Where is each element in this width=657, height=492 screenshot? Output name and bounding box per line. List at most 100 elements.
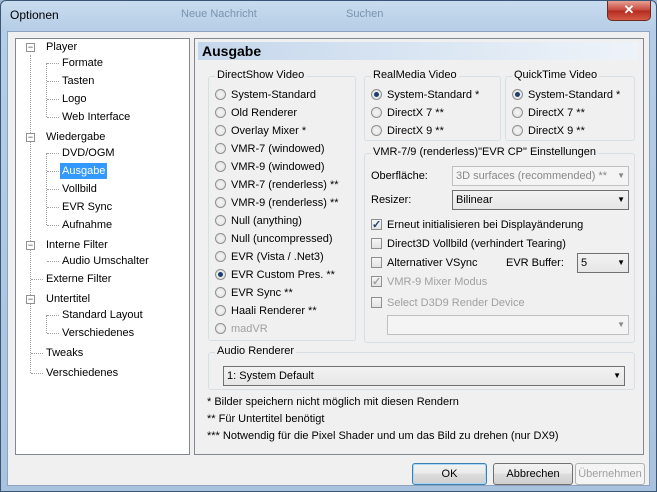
radio-evr-sync[interactable]: EVR Sync **	[215, 285, 293, 301]
page-title: Ausgabe	[198, 42, 638, 60]
radio-madvr[interactable]: madVR	[215, 321, 268, 337]
radio-vmr7-windowed[interactable]: VMR-7 (windowed)	[215, 141, 325, 157]
audio-renderer-value: 1: System Default	[227, 370, 314, 382]
checkbox-alternative-vsync[interactable]: Alternativer VSync	[371, 255, 477, 271]
checkbox-vmr9-mixer[interactable]: VMR-9 Mixer Modus	[371, 274, 487, 290]
settings-panel: Ausgabe DirectShow Video System-Standard…	[194, 38, 644, 455]
window-title: Optionen	[10, 8, 59, 22]
background-window-title: Suchen	[346, 8, 384, 20]
radio-haali-renderer[interactable]: Haali Renderer **	[215, 303, 317, 319]
collapse-icon[interactable]: −	[26, 133, 35, 142]
tree-item-audio-umschalter[interactable]: Audio Umschalter	[60, 253, 151, 269]
evr-buffer-label: EVR Buffer:	[506, 257, 564, 269]
tree-item-standard-layout[interactable]: Standard Layout	[60, 307, 145, 323]
tree-item-verschiedenes[interactable]: Verschiedenes	[44, 365, 120, 381]
radio-old-renderer[interactable]: Old Renderer	[215, 105, 297, 121]
resizer-select[interactable]: Bilinear ▼	[452, 190, 629, 210]
radio-realmedia-system-standard[interactable]: System-Standard *	[371, 87, 479, 103]
radio-directshow-system-standard[interactable]: System-Standard	[215, 87, 316, 103]
background-window-title: Neue Nachricht	[181, 8, 257, 20]
footnote-2: ** Für Untertitel benötigt	[207, 413, 325, 425]
d3d9-device-select[interactable]: ▼	[387, 315, 629, 335]
radio-vmr9-renderless[interactable]: VMR-9 (renderless) **	[215, 195, 339, 211]
radio-realmedia-directx9[interactable]: DirectX 9 **	[371, 123, 444, 139]
realmedia-group: RealMedia Video System-Standard * Direct…	[364, 69, 501, 141]
tree-line	[47, 153, 59, 154]
radio-quicktime-directx9[interactable]: DirectX 9 **	[512, 123, 585, 139]
tree-line	[47, 315, 59, 316]
tree-item-player[interactable]: Player	[44, 39, 79, 55]
tree-item-verschiedenes-untertitel[interactable]: Verschiedenes	[60, 325, 136, 341]
radio-realmedia-directx7[interactable]: DirectX 7 **	[371, 105, 444, 121]
surface-value: 3D surfaces (recommended) **	[456, 170, 608, 182]
tree-line	[47, 63, 59, 64]
tree-line	[30, 55, 31, 373]
chevron-down-icon: ▼	[613, 371, 621, 380]
surface-select[interactable]: 3D surfaces (recommended) ** ▼	[452, 166, 629, 186]
surface-label: Oberfläche:	[371, 170, 428, 182]
tree-item-wiedergabe[interactable]: Wiedergabe	[44, 129, 107, 145]
tree-line	[47, 189, 59, 190]
audio-renderer-select[interactable]: 1: System Default ▼	[223, 366, 625, 386]
options-tree[interactable]: − Player Formate Tasten Logo Web Interfa…	[15, 38, 190, 455]
footnote-3: *** Notwendig für die Pixel Shader und u…	[207, 430, 559, 442]
radio-vmr9-windowed[interactable]: VMR-9 (windowed)	[215, 159, 325, 175]
tree-item-tweaks[interactable]: Tweaks	[44, 345, 85, 361]
resizer-value: Bilinear	[456, 194, 493, 206]
tree-item-web-interface[interactable]: Web Interface	[60, 109, 132, 125]
collapse-icon[interactable]: −	[26, 295, 35, 304]
collapse-icon[interactable]: −	[26, 43, 35, 52]
radio-overlay-mixer[interactable]: Overlay Mixer *	[215, 123, 306, 139]
tree-line	[47, 333, 59, 334]
tree-item-ausgabe[interactable]: Ausgabe	[60, 163, 108, 179]
radio-null-uncompressed[interactable]: Null (uncompressed)	[215, 231, 332, 247]
chevron-down-icon: ▼	[617, 320, 625, 329]
tree-line	[31, 353, 43, 354]
tree-line	[47, 225, 59, 226]
audio-renderer-group-label: Audio Renderer	[215, 345, 297, 357]
ok-button[interactable]: OK	[412, 463, 487, 485]
chevron-down-icon: ▼	[617, 171, 625, 180]
radio-evr-custom-pres[interactable]: EVR Custom Pres. **	[215, 267, 335, 283]
evr-buffer-select[interactable]: 5 ▼	[577, 253, 629, 273]
tree-item-dvd-ogm[interactable]: DVD/OGM	[60, 145, 117, 161]
title-bar[interactable]: Optionen Neue Nachricht Suchen ✕	[1, 1, 656, 31]
directshow-group-label: DirectShow Video	[215, 69, 307, 81]
tree-item-tasten[interactable]: Tasten	[60, 73, 96, 89]
tree-item-aufnahme[interactable]: Aufnahme	[60, 217, 114, 233]
close-icon: ✕	[623, 2, 635, 17]
radio-quicktime-system-standard[interactable]: System-Standard *	[512, 87, 620, 103]
options-window: Optionen Neue Nachricht Suchen ✕ − Playe…	[0, 0, 657, 492]
directshow-group: DirectShow Video System-Standard Old Ren…	[208, 69, 356, 341]
chevron-down-icon: ▼	[617, 195, 625, 204]
tree-item-logo[interactable]: Logo	[60, 91, 88, 107]
collapse-icon[interactable]: −	[26, 241, 35, 250]
vmr-settings-group-label: VMR-7/9 (renderless)"EVR CP" Einstellung…	[371, 146, 599, 158]
radio-vmr7-renderless[interactable]: VMR-7 (renderless) **	[215, 177, 339, 193]
tree-item-interne-filter[interactable]: Interne Filter	[44, 237, 110, 253]
tree-item-evr-sync[interactable]: EVR Sync	[60, 199, 114, 215]
tree-line	[47, 207, 59, 208]
tree-line	[31, 279, 43, 280]
radio-evr[interactable]: EVR (Vista / .Net3)	[215, 249, 324, 265]
radio-quicktime-directx7[interactable]: DirectX 7 **	[512, 105, 585, 121]
quicktime-group-label: QuickTime Video	[512, 69, 600, 81]
checkbox-d3d-fullscreen[interactable]: Direct3D Vollbild (verhindert Tearing)	[371, 236, 566, 252]
close-button[interactable]: ✕	[607, 1, 651, 21]
evr-buffer-value: 5	[581, 257, 588, 269]
tree-line	[46, 63, 47, 117]
tree-line	[31, 373, 43, 374]
tree-item-vollbild[interactable]: Vollbild	[60, 181, 99, 197]
chevron-down-icon: ▼	[617, 258, 625, 267]
radio-null-anything[interactable]: Null (anything)	[215, 213, 302, 229]
resizer-label: Resizer:	[371, 194, 412, 206]
cancel-button[interactable]: Abbrechen	[493, 463, 573, 485]
tree-item-externe-filter[interactable]: Externe Filter	[44, 271, 113, 287]
tree-item-formate[interactable]: Formate	[60, 55, 105, 71]
dialog-body: − Player Formate Tasten Logo Web Interfa…	[7, 31, 650, 486]
apply-button[interactable]: Übernehmen	[575, 463, 645, 485]
checkbox-reinit-display-change[interactable]: Erneut initialisieren bei Displayänderun…	[371, 217, 583, 233]
tree-item-untertitel[interactable]: Untertitel	[44, 291, 92, 307]
checkbox-d3d9-device[interactable]: Select D3D9 Render Device	[371, 295, 525, 311]
tree-line	[47, 81, 59, 82]
